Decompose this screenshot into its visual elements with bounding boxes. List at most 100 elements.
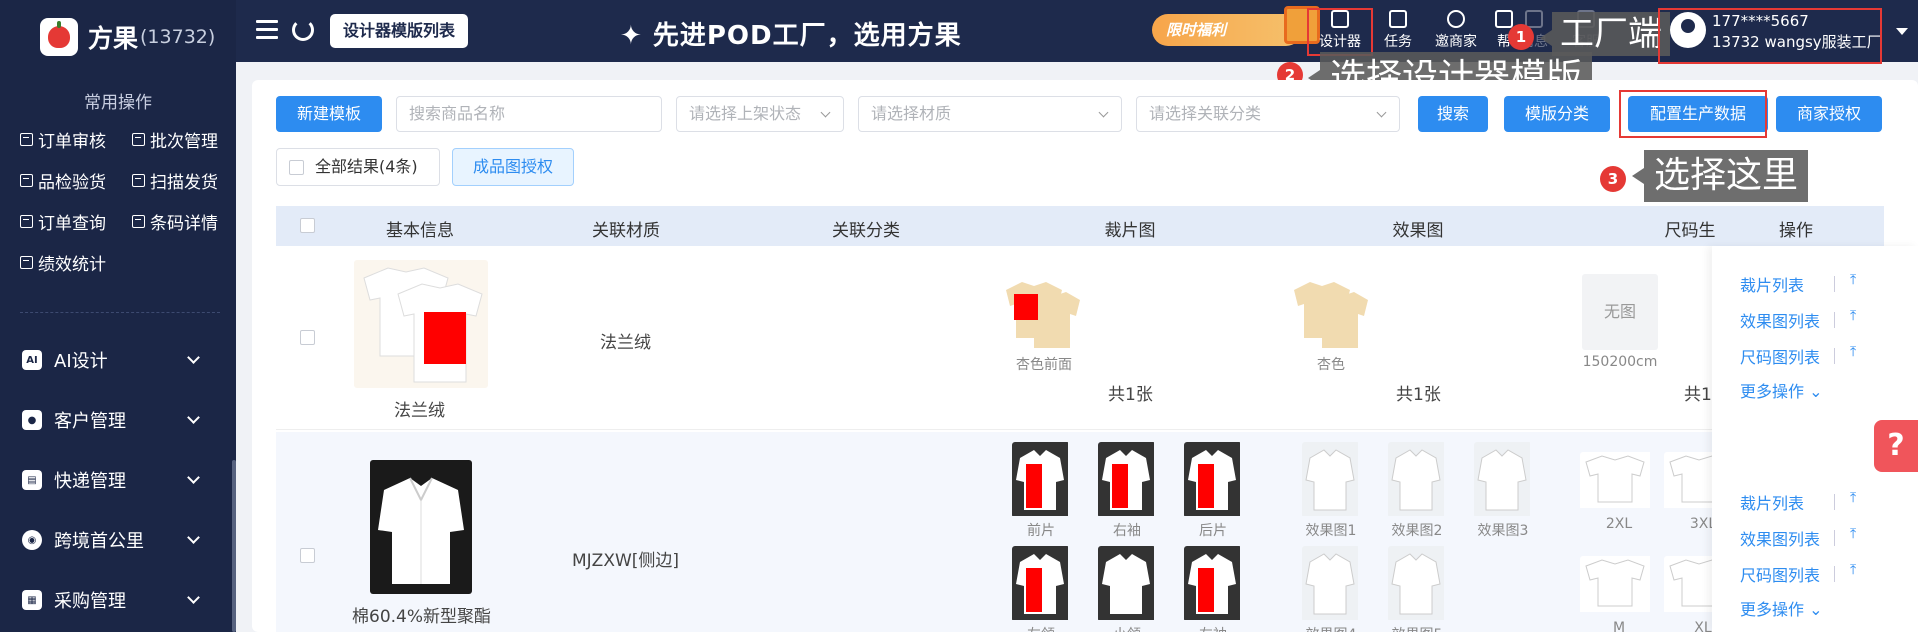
help-float-button[interactable]: ? bbox=[1874, 420, 1918, 472]
promo-banner[interactable]: 限时福利 bbox=[1152, 6, 1320, 46]
cut-piece-thumbnail-label: 左袖 bbox=[1199, 624, 1227, 632]
row-checkbox[interactable] bbox=[300, 330, 315, 345]
size-thumbnail[interactable] bbox=[1580, 556, 1658, 618]
cut-piece-thumbnail[interactable] bbox=[1012, 442, 1070, 518]
quick-link-order-query[interactable]: 订单查询 bbox=[20, 210, 132, 234]
cut-list-link[interactable]: 裁片列表 bbox=[1740, 272, 1804, 296]
select-all-checkbox[interactable] bbox=[300, 218, 315, 233]
cut-piece-thumbnail-label: 小领 bbox=[1113, 624, 1141, 632]
cut-piece-thumbnail[interactable] bbox=[1184, 546, 1242, 622]
users-icon bbox=[1447, 10, 1465, 28]
size-thumbnail[interactable] bbox=[1580, 452, 1658, 514]
quick-links: 订单审核 批次管理 品检验货 扫描发货 订单查询 条码详情 绩效统计 bbox=[20, 128, 230, 275]
effect-thumbnail[interactable] bbox=[1302, 546, 1360, 622]
tool-task[interactable]: 任务 bbox=[1368, 10, 1428, 51]
chevron-down-icon bbox=[187, 591, 200, 604]
quick-link-order-review[interactable]: 订单审核 bbox=[20, 128, 132, 152]
sidebar-scrollbar[interactable] bbox=[232, 460, 236, 632]
sparkle-icon: ✦ bbox=[620, 21, 653, 51]
cut-piece-thumbnail[interactable] bbox=[1098, 442, 1156, 518]
sidebar-item-cross-border[interactable]: ◉ 跨境首公里 bbox=[0, 510, 236, 570]
brand-logo[interactable]: 方果 (13732) bbox=[40, 18, 215, 56]
effect-list-link[interactable]: 效果图列表 bbox=[1740, 526, 1820, 550]
cross-border-icon: ◉ bbox=[22, 530, 42, 550]
category-select[interactable]: 请选择关联分类 bbox=[1136, 96, 1400, 132]
effect-thumbnail[interactable] bbox=[1388, 546, 1446, 622]
material-select[interactable]: 请选择材质 bbox=[858, 96, 1122, 132]
table-row: 棉60.4%新型聚酯 MJZXW[侧边] 前片 右袖 后片左领 小领 左袖 效果图1 效果图… bbox=[276, 432, 1884, 632]
cut-piece-thumbnail[interactable] bbox=[1012, 546, 1070, 622]
header-slogan: ✦ 先进POD工厂，选用方果 bbox=[620, 21, 962, 51]
sidebar-item-purchase[interactable]: ▦ 采购管理 bbox=[0, 570, 236, 630]
upload-icon[interactable]: ⤒ bbox=[1850, 344, 1856, 360]
upload-icon[interactable]: ⤒ bbox=[1850, 308, 1856, 324]
search-button[interactable]: 搜索 bbox=[1418, 96, 1488, 132]
status-select[interactable]: 请选择上架状态 bbox=[676, 96, 844, 132]
effect-thumbnail[interactable] bbox=[1302, 442, 1360, 518]
col-actions: 操作 bbox=[1779, 221, 1813, 241]
cut-piece-thumbnail[interactable] bbox=[1002, 276, 1080, 352]
size-thumbnail-label: 2XL bbox=[1605, 516, 1633, 532]
effect-thumbnail-label: 效果图1 bbox=[1305, 523, 1357, 539]
row-checkbox[interactable] bbox=[300, 548, 315, 563]
refresh-icon[interactable] bbox=[292, 19, 314, 41]
quick-link-batch-manage[interactable]: 批次管理 bbox=[132, 128, 230, 152]
effect-thumbnail-label: 效果图4 bbox=[1306, 624, 1357, 632]
highlight-config bbox=[1619, 90, 1767, 138]
scan-icon bbox=[132, 173, 145, 187]
finished-image-auth-button[interactable]: 成品图授权 bbox=[452, 148, 574, 186]
task-icon bbox=[1389, 10, 1407, 28]
product-search-input[interactable]: 搜索商品名称 bbox=[396, 96, 662, 132]
upload-icon[interactable]: ⤒ bbox=[1850, 562, 1856, 578]
more-actions-link[interactable]: 更多操作 ⌄ bbox=[1740, 378, 1823, 402]
upload-icon[interactable]: ⤒ bbox=[1850, 490, 1856, 506]
quick-link-performance[interactable]: 绩效统计 bbox=[20, 251, 132, 275]
effect-thumbnail[interactable] bbox=[1474, 442, 1532, 518]
col-size: 尺码生 bbox=[1664, 221, 1716, 241]
cut-piece-thumbnail[interactable] bbox=[1098, 546, 1156, 622]
material-name: MJZXW[侧边] bbox=[572, 551, 680, 571]
effect-list-link[interactable]: 效果图列表 bbox=[1740, 308, 1820, 332]
upload-icon[interactable]: ⤒ bbox=[1850, 526, 1856, 542]
cut-piece-thumbnail-label: 左领 bbox=[1027, 624, 1055, 632]
effect-thumbnail-label: 效果图3 bbox=[1477, 523, 1529, 539]
quick-link-scan-ship[interactable]: 扫描发货 bbox=[132, 169, 230, 193]
sidebar-item-ai-design[interactable]: AI AI设计 bbox=[0, 330, 236, 390]
chevron-down-icon bbox=[820, 107, 831, 118]
batch-icon bbox=[132, 132, 145, 146]
upload-icon[interactable]: ⤒ bbox=[1850, 272, 1856, 288]
product-thumbnail[interactable] bbox=[370, 460, 472, 594]
product-thumbnail[interactable] bbox=[354, 260, 488, 388]
cut-piece-thumbnail-label: 右袖 bbox=[1113, 523, 1141, 539]
document-check-icon bbox=[20, 132, 33, 146]
tab-designer-template-list[interactable]: 设计器模版列表 bbox=[330, 14, 469, 48]
quick-link-barcode-detail[interactable]: 条码详情 bbox=[132, 210, 230, 234]
menu-toggle-icon[interactable] bbox=[256, 20, 278, 40]
sidebar-item-customer[interactable]: ● 客户管理 bbox=[0, 390, 236, 450]
size-thumbnail-label: M bbox=[1612, 620, 1626, 632]
all-results-checkbox[interactable]: 全部结果(4条) bbox=[276, 148, 440, 186]
table-header: 基本信息 关联材质 关联分类 裁片图 效果图 尺码生 操作 bbox=[276, 206, 1884, 246]
cut-list-link[interactable]: 裁片列表 bbox=[1740, 490, 1804, 514]
cut-piece-label: 杏色前面 bbox=[1016, 357, 1072, 373]
purchase-icon: ▦ bbox=[22, 590, 42, 610]
sidebar-item-express[interactable]: ▤ 快递管理 bbox=[0, 450, 236, 510]
checkbox[interactable] bbox=[289, 160, 304, 175]
quick-link-quality-check[interactable]: 品检验货 bbox=[20, 169, 132, 193]
effect-thumbnail[interactable] bbox=[1388, 442, 1446, 518]
inspect-icon bbox=[20, 173, 33, 187]
size-list-link[interactable]: 尺码图列表 bbox=[1740, 562, 1820, 586]
brand-count: (13732) bbox=[140, 26, 216, 48]
cut-piece-thumbnail[interactable] bbox=[1184, 442, 1242, 518]
size-list-link[interactable]: 尺码图列表 bbox=[1740, 344, 1820, 368]
logo-icon bbox=[40, 18, 78, 56]
search-doc-icon bbox=[20, 214, 33, 228]
effect-thumbnail[interactable] bbox=[1290, 276, 1368, 352]
merchant-auth-button[interactable]: 商家授权 bbox=[1776, 96, 1882, 132]
product-name: 棉60.4%新型聚酯 bbox=[352, 607, 492, 627]
new-template-button[interactable]: 新建模板 bbox=[276, 96, 382, 132]
template-category-button[interactable]: 模版分类 bbox=[1504, 96, 1610, 132]
step-badge-3: 3 bbox=[1600, 166, 1626, 192]
caret-down-icon[interactable] bbox=[1896, 28, 1908, 35]
more-actions-link[interactable]: 更多操作 ⌄ bbox=[1740, 596, 1823, 620]
